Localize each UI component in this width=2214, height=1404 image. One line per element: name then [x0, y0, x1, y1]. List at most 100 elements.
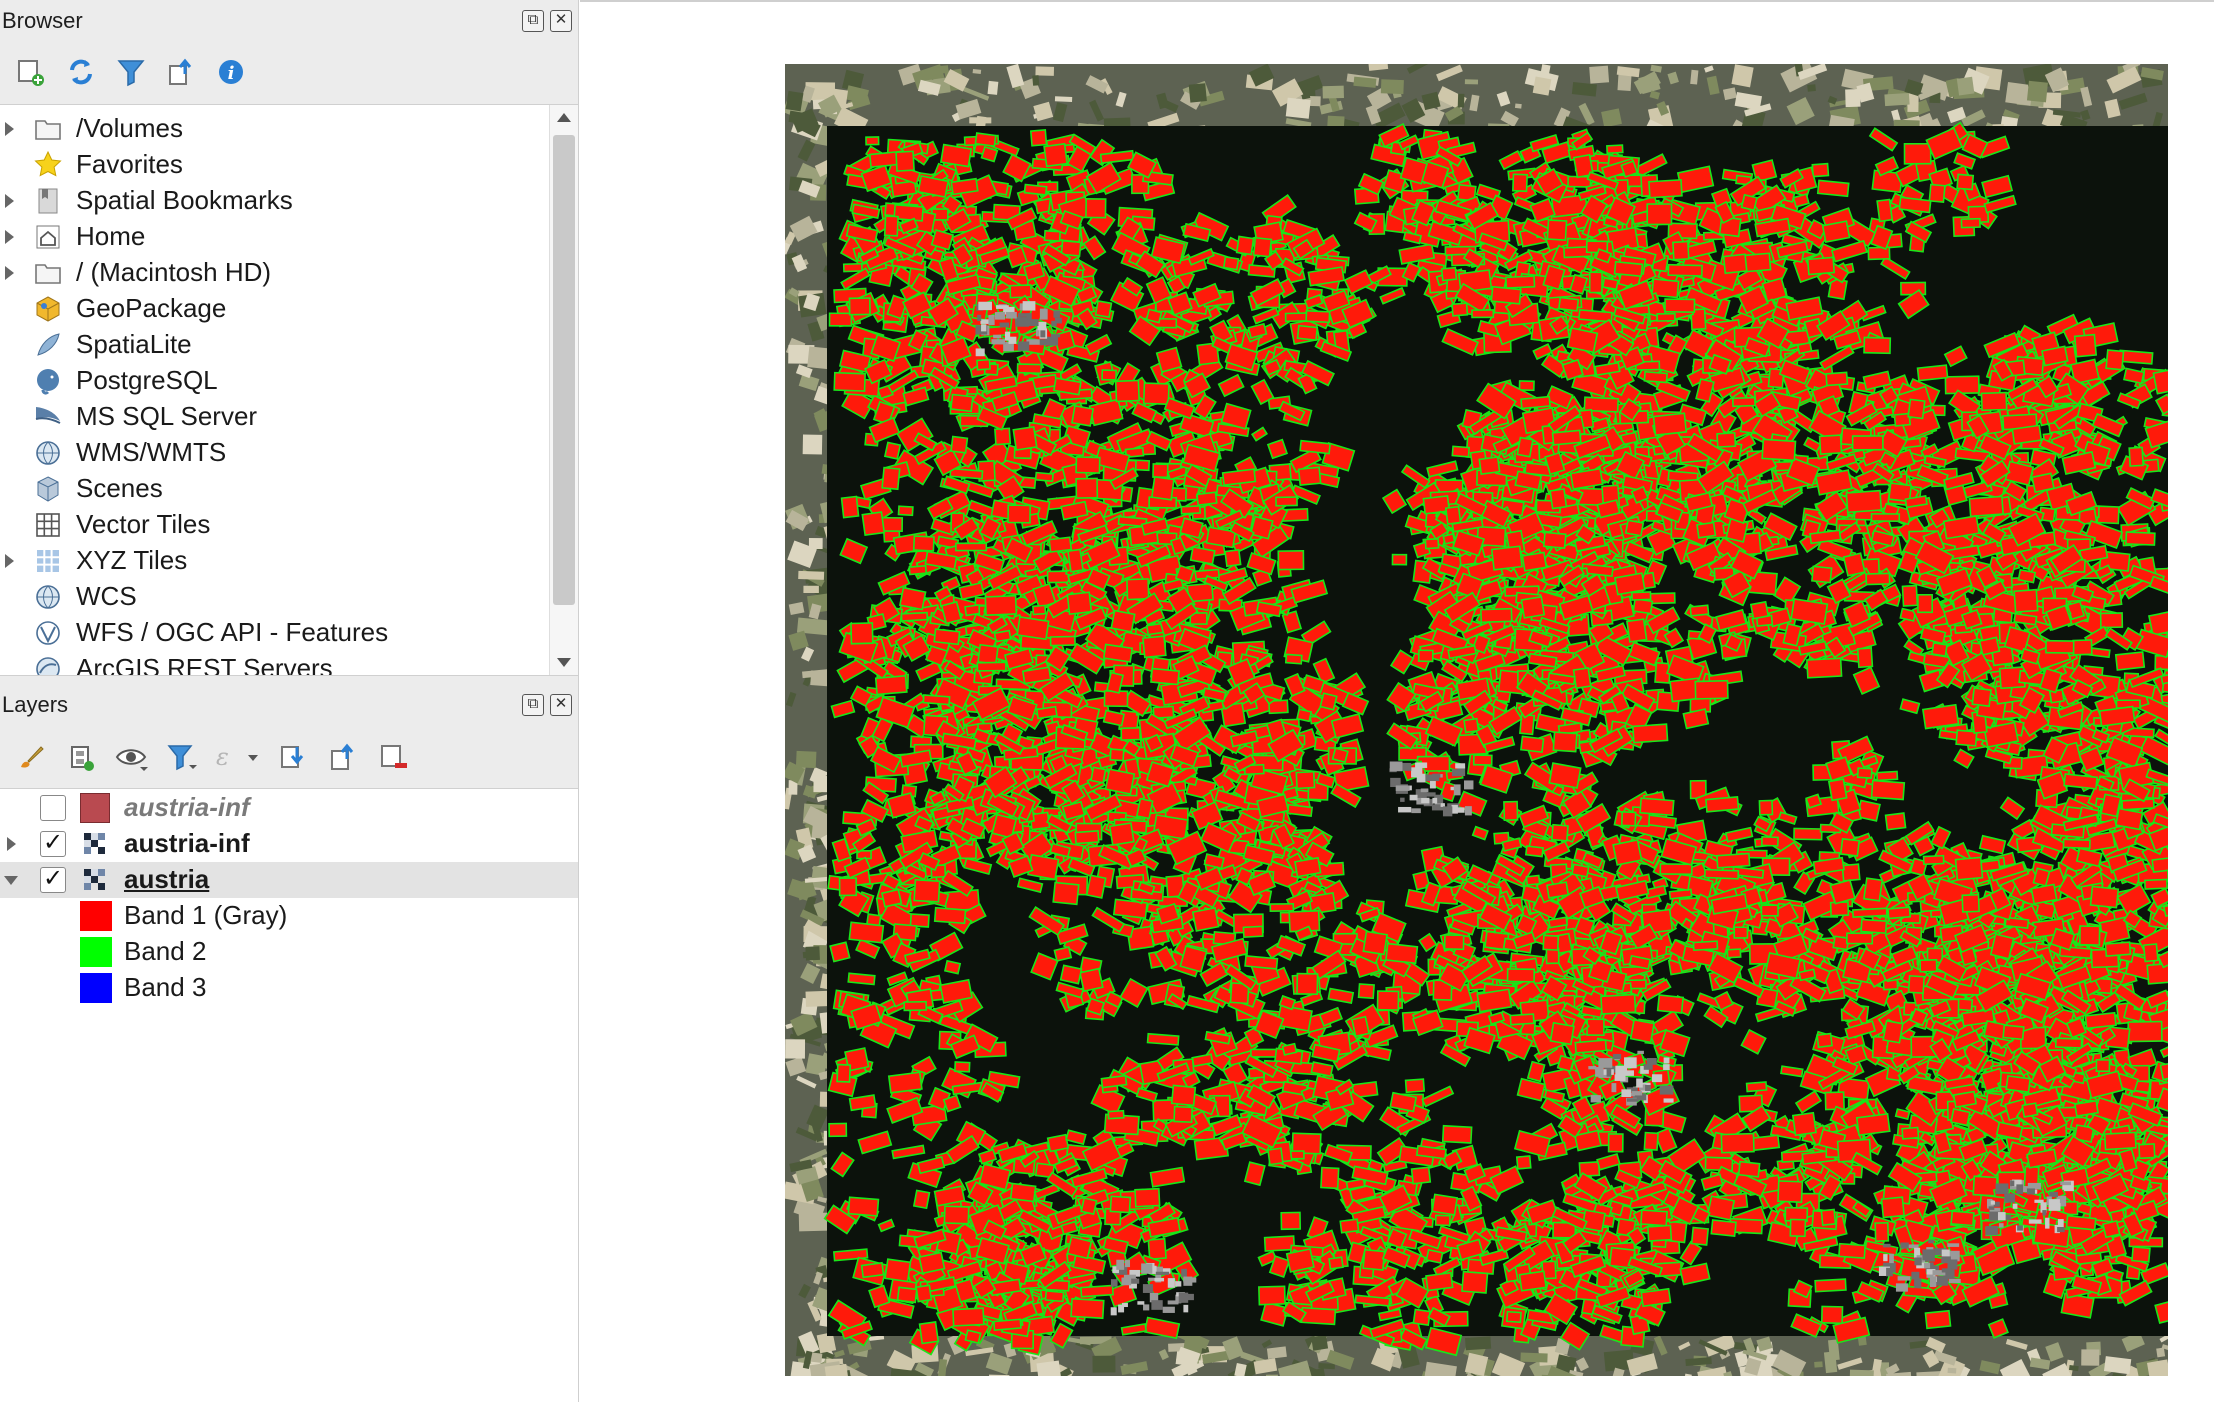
expand-arrow-icon[interactable] — [7, 837, 16, 851]
expand-arrow-icon[interactable] — [5, 194, 14, 208]
band-label: Band 2 — [124, 936, 207, 966]
close-panel-icon[interactable]: ✕ — [550, 694, 572, 716]
browser-item-label: XYZ Tiles — [76, 545, 188, 575]
layer-name: austria-inf — [124, 828, 250, 858]
svg-text:i: i — [228, 63, 235, 84]
arcgis-icon — [33, 654, 63, 675]
expand-arrow-icon[interactable] — [5, 122, 14, 136]
browser-item[interactable]: WFS / OGC API - Features — [0, 615, 578, 651]
close-panel-icon[interactable]: ✕ — [550, 10, 572, 32]
filter-by-expression-button[interactable]: ε — [206, 732, 268, 782]
band-color-swatch — [80, 901, 112, 931]
collapse-arrow-icon[interactable] — [4, 876, 18, 885]
browser-panel-title: Browser — [2, 8, 83, 33]
expression-icon: ε — [216, 743, 258, 771]
browser-item[interactable]: / (Macintosh HD) — [0, 255, 578, 291]
browser-item-label: GeoPackage — [76, 293, 227, 323]
raster-map-image[interactable] — [785, 64, 2168, 1376]
folder-icon — [33, 114, 63, 144]
postgresql-icon — [33, 366, 63, 396]
expand-all-button[interactable] — [268, 732, 318, 782]
mssql-icon — [33, 402, 63, 432]
browser-item[interactable]: WMS/WMTS — [0, 435, 578, 471]
layers-panel-title: Layers — [2, 692, 69, 717]
browser-item[interactable]: Favorites — [0, 147, 578, 183]
expand-arrow-icon[interactable] — [5, 230, 14, 244]
layer-row[interactable]: austria-inf — [0, 790, 578, 826]
cube-icon — [33, 474, 63, 504]
browser-item-label: SpatiaLite — [76, 329, 192, 359]
browser-item[interactable]: XYZ Tiles — [0, 543, 578, 579]
layer-visibility-checkbox[interactable]: ✓ — [40, 831, 66, 857]
collapse-all-icon — [331, 743, 354, 770]
browser-item[interactable]: Vector Tiles — [0, 507, 578, 543]
add-layer-icon — [18, 60, 44, 86]
browser-item-label: Vector Tiles — [76, 509, 211, 539]
raster-layer-icon — [80, 829, 110, 859]
filter-icon — [167, 745, 197, 771]
browser-item[interactable]: WCS — [0, 579, 578, 615]
browser-item[interactable]: ArcGIS REST Servers — [0, 651, 578, 676]
grid-icon — [33, 510, 63, 540]
browser-item[interactable]: Home — [0, 219, 578, 255]
properties-button[interactable]: i — [206, 47, 256, 97]
layer-styling-button[interactable] — [6, 732, 56, 782]
filter-button[interactable] — [106, 47, 156, 97]
remove-layer-button[interactable] — [368, 732, 418, 782]
browser-item-label: Spatial Bookmarks — [76, 185, 293, 215]
paintbrush-icon — [21, 746, 44, 768]
collapse-all-button[interactable] — [156, 47, 206, 97]
browser-item[interactable]: GeoPackage — [0, 291, 578, 327]
add-group-icon — [71, 746, 94, 771]
band-label: Band 1 (Gray) — [124, 900, 288, 930]
filter-icon — [117, 60, 145, 87]
browser-item-label: / (Macintosh HD) — [76, 257, 272, 287]
band-label: Band 3 — [124, 972, 207, 1002]
layer-row[interactable]: ✓ austria-inf — [0, 826, 578, 862]
raster-layer-icon — [80, 865, 110, 895]
add-selected-layers-button[interactable] — [6, 47, 56, 97]
browser-item[interactable]: SpatiaLite — [0, 327, 578, 363]
map-canvas[interactable] — [580, 0, 2214, 1404]
layer-row[interactable]: ✓ austria — [0, 862, 578, 898]
spatialite-icon — [33, 330, 63, 360]
wfs-icon — [33, 618, 63, 648]
refresh-button[interactable] — [56, 47, 106, 97]
manage-map-themes-button[interactable] — [106, 732, 156, 782]
band-legend-row: Band 2 — [0, 934, 578, 970]
expand-arrow-icon[interactable] — [5, 554, 14, 568]
browser-item-label: Favorites — [76, 149, 183, 179]
layer-visibility-checkbox[interactable] — [40, 795, 66, 821]
svg-text:ε: ε — [216, 743, 229, 771]
browser-item-label: WFS / OGC API - Features — [76, 617, 389, 647]
add-group-button[interactable] — [56, 732, 106, 782]
browser-item[interactable]: Spatial Bookmarks — [0, 183, 578, 219]
star-icon — [33, 150, 63, 180]
globe-icon — [33, 438, 63, 468]
remove-layer-icon — [381, 745, 407, 768]
home-icon — [33, 222, 63, 252]
globe-icon — [33, 582, 63, 612]
band-legend-row: Band 1 (Gray) — [0, 898, 578, 934]
folder-icon — [33, 258, 63, 288]
float-panel-icon[interactable]: ⧉ — [522, 694, 544, 716]
browser-tree: /Volumes Favorites Spatial Bookmarks Home / … — [0, 104, 578, 676]
layer-visibility-checkbox[interactable]: ✓ — [40, 867, 66, 893]
float-panel-icon[interactable]: ⧉ — [522, 10, 544, 32]
collapse-all-layers-button[interactable] — [318, 732, 368, 782]
eye-icon — [115, 749, 148, 771]
layers-tree: austria-inf ✓ austria-inf ✓ austria Band 1 (G… — [0, 788, 578, 1403]
expand-arrow-icon[interactable] — [5, 266, 14, 280]
browser-item-label: Home — [76, 221, 146, 251]
browser-item[interactable]: Scenes — [0, 471, 578, 507]
browser-item-label: ArcGIS REST Servers — [76, 653, 333, 676]
browser-item-label: MS SQL Server — [76, 401, 258, 431]
bookmark-icon — [33, 186, 63, 216]
browser-item[interactable]: PostgreSQL — [0, 363, 578, 399]
browser-item[interactable]: /Volumes — [0, 111, 578, 147]
layers-toolbar: ε — [6, 732, 418, 782]
browser-item[interactable]: MS SQL Server — [0, 399, 578, 435]
filter-legend-button[interactable] — [156, 732, 206, 782]
layers-panel-header: Layers ⧉ ✕ — [0, 684, 578, 728]
collapse-all-icon — [169, 58, 192, 85]
